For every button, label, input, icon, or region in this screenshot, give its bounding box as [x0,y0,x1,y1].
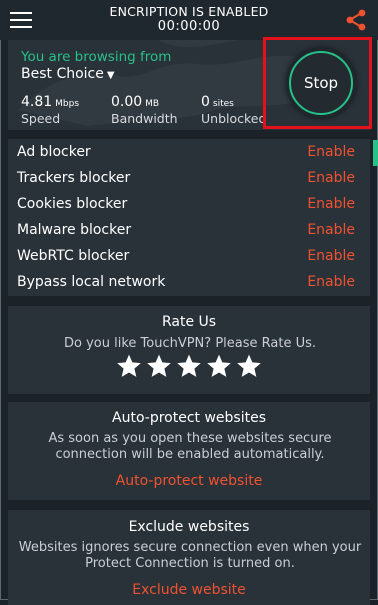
blocker-row-ad: Ad blocker Enable [8,140,370,166]
blocker-name: Trackers blocker [17,170,131,186]
blocker-name: Malware blocker [17,222,132,238]
star-icon[interactable] [204,353,234,381]
blocker-row-webrtc: WebRTC blocker Enable [8,244,370,270]
speed-stat: 4.81 Mbps Speed [21,91,79,126]
star-icon[interactable] [234,353,264,381]
exclude-card: Exclude websites Websites ignores secure… [8,510,370,605]
rate-us-description: Do you like TouchVPN? Please Rate Us. [63,336,316,351]
blocker-row-cookies: Cookies blocker Enable [8,192,370,218]
browsing-from-label: You are browsing from [21,49,172,65]
auto-protect-link[interactable]: Auto-protect website [8,473,370,489]
unblocked-unit: sites [212,99,234,109]
enable-webrtc-blocker-button[interactable]: Enable [307,248,355,264]
enable-trackers-blocker-button[interactable]: Enable [307,170,355,186]
app-header: ENCRIPTION IS ENABLED 00:00:00 [0,0,378,40]
bandwidth-stat: 0.00 MB Bandwidth [111,91,178,126]
speed-value: 4.81 [21,94,53,110]
star-icon[interactable] [144,353,174,381]
auto-protect-description: As soon as you open these websites secur… [48,431,332,462]
star-icon[interactable] [174,353,204,381]
chevron-down-icon: ▼ [106,70,115,81]
auto-protect-card: Auto-protect websites As soon as you ope… [8,402,370,500]
unblocked-stat: 0 sites Unblocked [201,91,266,126]
enable-bypass-local-button[interactable]: Enable [307,274,355,290]
rate-us-card: Rate Us Do you like TouchVPN? Please Rat… [8,306,370,394]
exclude-description: Websites ignores secure connection even … [18,540,362,571]
connection-timer: 00:00:00 [157,19,221,34]
blocker-row-trackers: Trackers blocker Enable [8,166,370,192]
exclude-link[interactable]: Exclude website [8,582,370,598]
speed-label: Speed [21,111,61,126]
blocker-name: WebRTC blocker [17,248,130,264]
unblocked-label: Unblocked [201,111,267,126]
bandwidth-value: 0.00 [111,94,143,110]
blockers-list: Ad blocker Enable Trackers blocker Enabl… [8,139,370,296]
blocker-name: Ad blocker [17,144,91,160]
bandwidth-unit: MB [145,99,160,109]
enable-cookies-blocker-button[interactable]: Enable [307,196,355,212]
star-icon[interactable] [114,353,144,381]
unblocked-value: 0 [201,94,210,110]
side-indicator [373,140,378,166]
enable-malware-blocker-button[interactable]: Enable [307,222,355,238]
bandwidth-label: Bandwidth [111,111,178,126]
highlight-box [263,37,372,129]
rate-us-title: Rate Us [161,314,217,330]
encryption-status: ENCRIPTION IS ENABLED [109,4,269,19]
star-rating [8,353,370,381]
location-selector[interactable]: Best Choice ▼ [21,66,115,82]
enable-ad-blocker-button[interactable]: Enable [307,144,355,160]
blocker-row-bypass: Bypass local network Enable [8,270,370,296]
exclude-title: Exclude websites [128,519,250,535]
location-name: Best Choice [21,66,104,82]
blocker-row-malware: Malware blocker Enable [8,218,370,244]
speed-unit: Mbps [55,99,80,109]
share-icon[interactable] [344,8,368,32]
blocker-name: Cookies blocker [17,196,128,212]
blocker-name: Bypass local network [17,274,166,290]
auto-protect-title: Auto-protect websites [112,410,266,426]
